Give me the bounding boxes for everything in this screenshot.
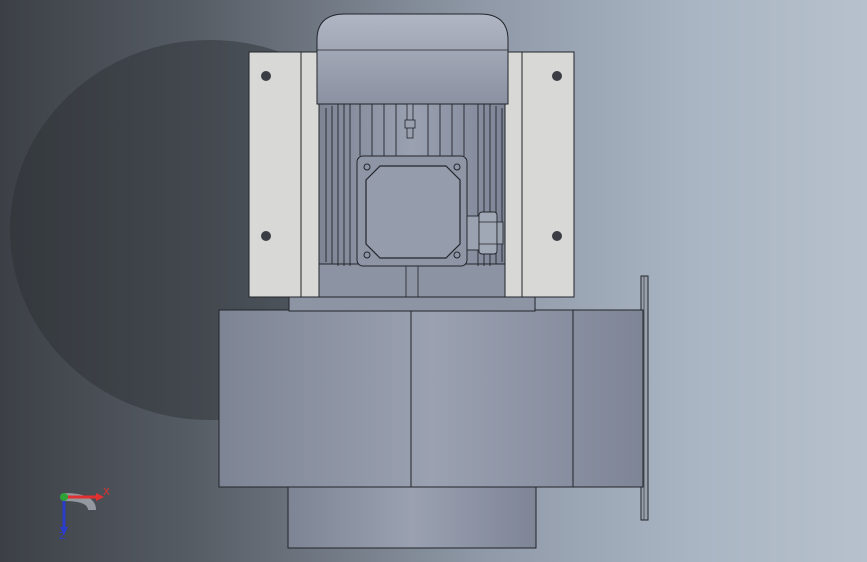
fan-housing	[218, 309, 644, 488]
bolt-hole	[261, 231, 271, 241]
motor-end-cap	[316, 13, 509, 105]
axis-triad	[60, 493, 104, 535]
model-render	[10, 13, 649, 549]
right-bracket	[504, 51, 575, 298]
x-axis-label: X	[103, 487, 110, 498]
bolt-hole	[552, 71, 562, 81]
bolt-hole	[261, 71, 271, 81]
terminal-box-lid	[365, 165, 461, 259]
z-axis-label: Z	[59, 531, 66, 542]
bolt-hole	[552, 231, 562, 241]
base-collar	[288, 296, 536, 312]
left-bracket	[248, 51, 320, 298]
outlet-pipe	[287, 485, 537, 549]
y-axis-dot-icon	[60, 493, 68, 501]
3d-viewport[interactable]: X Z	[0, 0, 867, 562]
